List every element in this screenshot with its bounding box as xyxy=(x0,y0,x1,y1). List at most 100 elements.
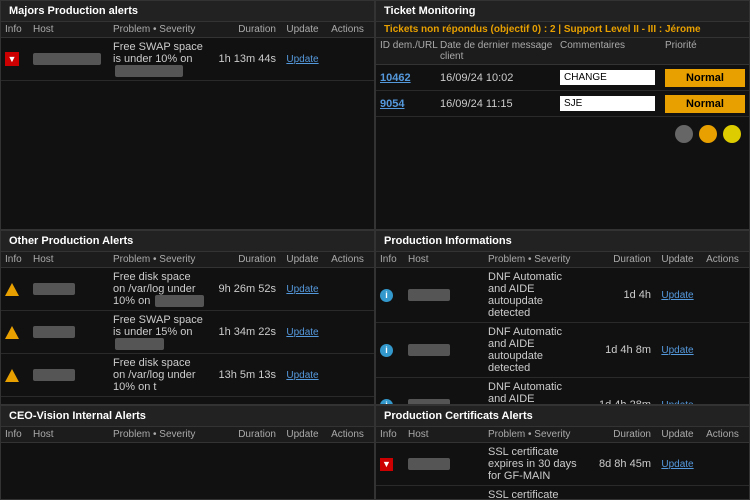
severity-icon-cell: i xyxy=(380,289,408,302)
circle-indicators xyxy=(376,117,749,151)
ticket-col-id: ID dem./URL xyxy=(380,40,440,62)
update-link[interactable]: Update xyxy=(286,327,318,338)
problem-host-blurred: ██████████ xyxy=(115,65,183,77)
update-link[interactable]: Update xyxy=(286,284,318,295)
update-cell: Update xyxy=(280,369,325,381)
severity-icon-cell xyxy=(5,369,33,382)
table-row: ▼ ██████ SSL certificate expires in 30 d… xyxy=(376,486,749,500)
ceo-alerts-title: CEO-Vision Internal Alerts xyxy=(1,406,374,427)
table-row: ██████ Free SWAP space is under 15% on █… xyxy=(1,311,374,354)
majors-title: Majors Production alerts xyxy=(1,1,374,22)
host-cell: ██████ xyxy=(408,289,488,301)
other-alerts-panel: Other Production Alerts Info Host Proble… xyxy=(0,230,375,405)
host-inline-blurred: ███████ xyxy=(115,338,164,350)
problem-cell: DNF Automatic and AIDE autoupdate detect… xyxy=(488,271,580,319)
severity-high-icon xyxy=(5,283,19,296)
update-link[interactable]: Update xyxy=(286,54,318,65)
col-info-label: Info xyxy=(380,254,408,265)
col-actions-label: Actions xyxy=(700,254,745,265)
col-info-label: Info xyxy=(5,24,33,35)
host-cell: ██████████ xyxy=(33,53,113,65)
ticket-col-date: Date de dernier message client xyxy=(440,40,560,62)
table-row: ▼ ██████ SSL certificate expires in 30 d… xyxy=(376,443,749,486)
col-update-label: Update xyxy=(280,254,325,265)
update-cell: Update xyxy=(655,289,700,301)
col-update-label: Update xyxy=(280,24,325,35)
ticket-header: ID dem./URL Date de dernier message clie… xyxy=(376,38,749,65)
duration-cell: 9h 26m 52s xyxy=(205,283,280,295)
col-host-label: Host xyxy=(408,429,488,440)
ticket-col-comment: Commentaires xyxy=(560,40,665,62)
ticket-comment-input-2[interactable] xyxy=(560,96,655,111)
col-update-label: Update xyxy=(655,254,700,265)
col-problem-label: Problem • Severity xyxy=(113,254,205,265)
host-blurred: ██████ xyxy=(408,289,450,301)
host-blurred: ██████ xyxy=(33,326,75,338)
other-alerts-title: Other Production Alerts xyxy=(1,231,374,252)
cert-alerts-title: Production Certificats Alerts xyxy=(376,406,749,427)
ticket-id-2[interactable]: 9054 xyxy=(380,98,440,110)
ticket-subtitle-suffix: | Support Level II - III : Jérome xyxy=(558,24,700,35)
prod-info-title: Production Informations xyxy=(376,231,749,252)
problem-cell: Free disk space on /var/log under 10% on… xyxy=(113,357,205,393)
col-actions-label: Actions xyxy=(700,429,745,440)
ticket-panel: Ticket Monitoring Tickets non répondus (… xyxy=(375,0,750,230)
problem-cell: SSL certificate expires in 30 days for G… xyxy=(488,489,580,500)
ticket-row: 9054 16/09/24 11:15 Normal xyxy=(376,91,749,117)
problem-cell: DNF Automatic and AIDE autoupdate detect… xyxy=(488,381,580,405)
severity-icon-cell: ▼ xyxy=(5,52,33,66)
update-cell: Update xyxy=(280,53,325,65)
severity-icon-cell xyxy=(5,326,33,339)
update-cell: Update xyxy=(280,326,325,338)
ticket-priority-2: Normal xyxy=(665,95,745,113)
circle-gray xyxy=(675,125,693,143)
problem-cell: Free disk space on /var/log under 10% on… xyxy=(113,271,205,307)
ticket-comment-1 xyxy=(560,70,665,85)
col-info-label: Info xyxy=(5,429,33,440)
col-actions-label: Actions xyxy=(325,429,370,440)
duration-cell: 1h 13m 44s xyxy=(205,53,280,65)
majors-panel: Majors Production alerts Info Host Probl… xyxy=(0,0,375,230)
col-problem-label: Problem • Severity xyxy=(488,429,580,440)
duration-cell: 1h 34m 22s xyxy=(205,326,280,338)
host-blurred: ██████████ xyxy=(33,53,101,65)
col-actions-label: Actions xyxy=(325,254,370,265)
col-update-label: Update xyxy=(655,429,700,440)
update-link[interactable]: Update xyxy=(661,459,693,470)
ticket-title: Ticket Monitoring xyxy=(376,1,749,22)
col-info-label: Info xyxy=(5,254,33,265)
ceo-alerts-header: Info Host Problem • Severity Duration Up… xyxy=(1,427,374,443)
ticket-date-1: 16/09/24 10:02 xyxy=(440,72,560,84)
col-duration-label: Duration xyxy=(580,429,655,440)
col-problem-label: Problem • Severity xyxy=(113,429,205,440)
ticket-subtitle: Tickets non répondus (objectif 0) : 2 | … xyxy=(376,22,749,38)
col-host-label: Host xyxy=(33,429,113,440)
update-link[interactable]: Update xyxy=(286,370,318,381)
severity-high-icon xyxy=(5,369,19,382)
col-problem-label: Problem • Severity xyxy=(113,24,205,35)
host-blurred: ██████ xyxy=(33,369,75,381)
table-row: ██████ Free disk space on /var/log under… xyxy=(1,354,374,397)
table-row: i ██████ DNF Automatic and AIDE autoupda… xyxy=(376,268,749,323)
update-link[interactable]: Update xyxy=(661,345,693,356)
ticket-comment-2 xyxy=(560,96,665,111)
severity-down-icon: ▼ xyxy=(380,458,393,471)
ticket-row: 10462 16/09/24 10:02 Normal xyxy=(376,65,749,91)
host-blurred: ██████ xyxy=(408,458,450,470)
host-blurred: ██████ xyxy=(33,283,75,295)
severity-high-icon xyxy=(5,326,19,339)
host-blurred: ██████ xyxy=(408,344,450,356)
ticket-id-1[interactable]: 10462 xyxy=(380,72,440,84)
table-row: i ██████ DNF Automatic and AIDE autoupda… xyxy=(376,378,749,405)
host-cell: ██████ xyxy=(33,283,113,295)
col-host-label: Host xyxy=(33,24,113,35)
ticket-comment-input-1[interactable] xyxy=(560,70,655,85)
severity-info-icon: i xyxy=(380,289,393,302)
update-link[interactable]: Update xyxy=(661,290,693,301)
problem-cell: DNF Automatic and AIDE autoupdate detect… xyxy=(488,326,580,374)
update-cell: Update xyxy=(655,458,700,470)
col-problem-label: Problem • Severity xyxy=(488,254,580,265)
ticket-priority-1: Normal xyxy=(665,69,745,87)
col-host-label: Host xyxy=(408,254,488,265)
col-actions-label: Actions xyxy=(325,24,370,35)
